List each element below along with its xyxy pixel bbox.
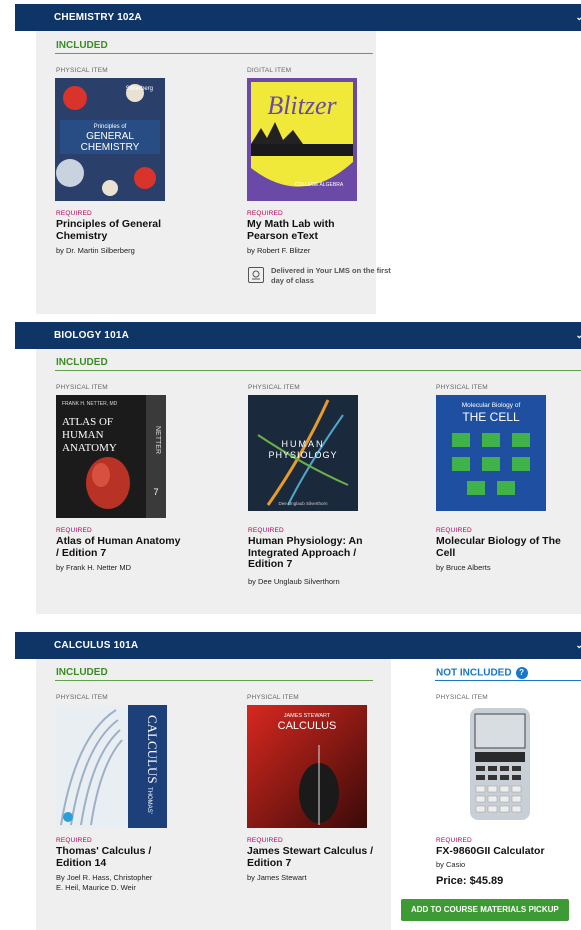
included-divider — [55, 53, 373, 54]
required-badge: REQUIRED — [248, 527, 284, 534]
item-author: by Bruce Alberts — [436, 563, 491, 572]
included-label: INCLUDED — [56, 40, 108, 51]
cover-text: HUMAN — [62, 429, 104, 441]
section-title: CALCULUS 101A — [54, 640, 139, 651]
book-cover[interactable]: FRANK H. NETTER, MD ATLAS OF HUMAN ANATO… — [56, 395, 166, 518]
cover-text: COLLEGE ALGEBRA — [295, 182, 344, 188]
cover-art-stewart: JAMES STEWART CALCULUS — [247, 705, 367, 828]
section-header-calculus[interactable]: CALCULUS 101A ⌄ — [15, 632, 581, 659]
calculator-icon — [470, 708, 530, 820]
cover-text: JAMES STEWART — [284, 713, 331, 719]
chevron-down-icon[interactable]: ⌄ — [575, 632, 581, 659]
included-divider — [55, 680, 373, 681]
cover-text: CALCULUS — [278, 720, 337, 732]
item-title[interactable]: Thomas' Calculus / Edition 14 — [56, 845, 176, 869]
section-title: CHEMISTRY 102A — [54, 12, 142, 23]
book-cover[interactable]: Molecular Biology of THE CELL — [436, 395, 546, 511]
cover-text: ATLAS OF — [62, 416, 113, 428]
cover-text: ANATOMY — [62, 442, 117, 454]
item-author: by Casio — [436, 860, 466, 869]
required-badge: REQUIRED — [436, 837, 472, 844]
book-cover[interactable]: Silberberg Principles of GENERAL CHEMIST… — [55, 78, 165, 201]
required-badge: REQUIRED — [56, 527, 92, 534]
section-header-biology[interactable]: BIOLOGY 101A ⌄ — [15, 322, 581, 349]
not-included-text: NOT INCLUDED — [436, 667, 512, 679]
cover-text: 7 — [153, 487, 158, 497]
cover-text: CALCULUS — [145, 715, 160, 784]
cover-art-physiology: HUMAN PHYSIOLOGY Dee Unglaub Silverthorn — [248, 395, 358, 511]
cover-art-netter: FRANK H. NETTER, MD ATLAS OF HUMAN ANATO… — [56, 395, 166, 518]
required-badge: REQUIRED — [56, 210, 92, 217]
cover-text: FRANK H. NETTER, MD — [62, 401, 118, 407]
section-header-chemistry[interactable]: CHEMISTRY 102A ⌄ — [15, 4, 581, 31]
item-type: DIGITAL ITEM — [247, 67, 292, 74]
included-divider — [55, 370, 581, 371]
book-cover[interactable]: Blitzer COLLEGE ALGEBRA — [247, 78, 357, 201]
cover-art-blitzer: Blitzer COLLEGE ALGEBRA — [247, 78, 357, 201]
not-included-divider — [435, 680, 581, 681]
item-author: by Frank H. Netter MD — [56, 563, 132, 572]
section-biology: BIOLOGY 101A ⌄ INCLUDED PHYSICAL ITEM FR… — [15, 322, 581, 614]
item-type: PHYSICAL ITEM — [436, 384, 488, 391]
item-type: PHYSICAL ITEM — [248, 384, 300, 391]
section-calculus: CALCULUS 101A ⌄ INCLUDED PHYSICAL ITEM C… — [15, 632, 581, 930]
item-author: by Robert F. Blitzer — [247, 246, 311, 255]
book-cover[interactable]: CALCULUS THOMAS' — [56, 705, 167, 828]
item-type: PHYSICAL ITEM — [56, 384, 108, 391]
cover-text: Molecular Biology of — [462, 402, 521, 409]
book-cover[interactable]: JAMES STEWART CALCULUS — [247, 705, 367, 828]
item-title[interactable]: My Math Lab with Pearson eText — [247, 218, 367, 242]
included-label: INCLUDED — [56, 667, 108, 678]
included-label: INCLUDED — [56, 357, 108, 368]
cover-text: GENERAL — [86, 131, 134, 142]
chevron-down-icon[interactable]: ⌄ — [575, 4, 581, 31]
item-type: PHYSICAL ITEM — [56, 67, 108, 74]
cover-text: Silberberg — [126, 86, 153, 92]
required-badge: REQUIRED — [247, 210, 283, 217]
cover-text: HUMAN — [282, 439, 325, 449]
item-title[interactable]: Human Physiology: An Integrated Approach… — [248, 535, 378, 571]
cover-art-chemistry: Silberberg Principles of GENERAL CHEMIST… — [55, 78, 165, 201]
help-icon[interactable]: ? — [515, 667, 528, 679]
item-title[interactable]: James Stewart Calculus / Edition 7 — [247, 845, 377, 869]
item-title[interactable]: Principles of General Chemistry — [56, 218, 176, 242]
cover-text: PHYSIOLOGY — [268, 450, 337, 460]
item-author: by Dr. Martin Silberberg — [56, 246, 135, 255]
cover-text: CHEMISTRY — [81, 142, 140, 153]
required-badge: REQUIRED — [436, 527, 472, 534]
item-title[interactable]: Atlas of Human Anatomy / Edition 7 — [56, 535, 186, 559]
section-title: BIOLOGY 101A — [54, 330, 130, 341]
section-chemistry: CHEMISTRY 102A ⌄ INCLUDED PHYSICAL ITEM … — [15, 4, 581, 314]
cover-art-cell: Molecular Biology of THE CELL — [436, 395, 546, 511]
item-type: PHYSICAL ITEM — [56, 694, 108, 701]
monitor-icon — [248, 267, 264, 283]
product-image[interactable] — [460, 706, 540, 822]
item-title[interactable]: Molecular Biology of The Cell — [436, 535, 566, 559]
cover-text: NETTER — [154, 426, 161, 454]
add-to-pickup-button[interactable]: ADD TO COURSE MATERIALS PICKUP — [401, 899, 569, 921]
cover-text: THOMAS' — [146, 787, 152, 814]
cover-art-thomas: CALCULUS THOMAS' — [56, 705, 167, 828]
chevron-down-icon[interactable]: ⌄ — [575, 322, 581, 349]
item-author: By Joel R. Hass, Christopher E. Heil, Ma… — [56, 873, 153, 892]
cover-text: Blitzer — [267, 91, 337, 120]
item-author: by Dee Unglaub Silverthorn — [248, 577, 340, 586]
cover-text: THE CELL — [462, 410, 520, 424]
item-price: Price: $45.89 — [436, 875, 504, 887]
lms-delivery-note: Delivered in Your LMS on the first day o… — [271, 266, 391, 285]
item-author: by James Stewart — [247, 873, 307, 882]
not-included-label: NOT INCLUDED? — [436, 667, 528, 679]
cover-text: Principles of — [94, 124, 127, 130]
cover-text: Dee Unglaub Silverthorn — [278, 501, 328, 506]
book-cover[interactable]: HUMAN PHYSIOLOGY Dee Unglaub Silverthorn — [248, 395, 358, 511]
required-badge: REQUIRED — [56, 837, 92, 844]
item-title[interactable]: FX-9860GII Calculator — [436, 845, 581, 858]
item-type: PHYSICAL ITEM — [436, 694, 488, 701]
item-type: PHYSICAL ITEM — [247, 694, 299, 701]
required-badge: REQUIRED — [247, 837, 283, 844]
